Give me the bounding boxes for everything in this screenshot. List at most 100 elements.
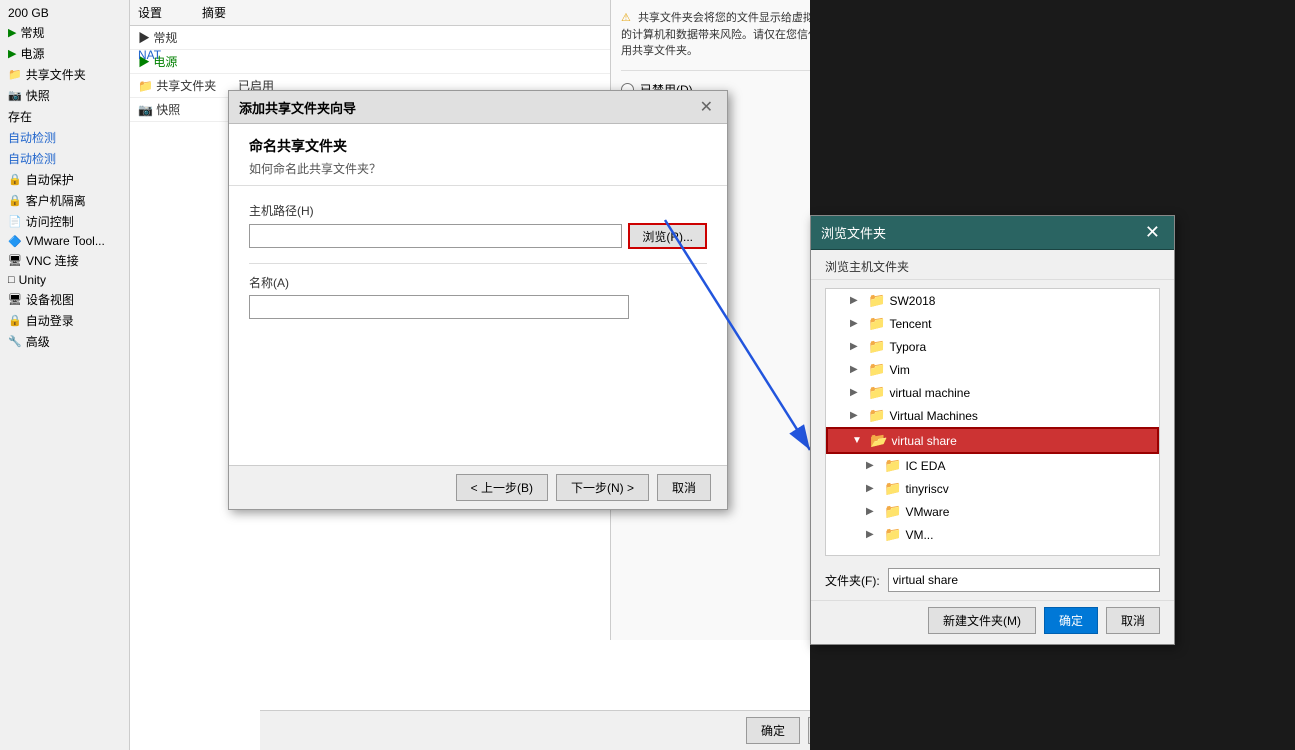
sidebar-label-vnc: VNC 连接	[26, 252, 79, 269]
wizard-title: 添加共享文件夹向导	[239, 98, 356, 117]
advanced-icon: 🔧	[8, 335, 22, 348]
back-button[interactable]: < 上一步(B)	[456, 474, 548, 501]
access-control-icon: 📄	[8, 215, 22, 228]
tree-label-virtual-share: virtual share	[891, 434, 956, 448]
device-view-icon: 🖥	[8, 293, 22, 306]
tree-item-ic-eda[interactable]: ▶ 📁 IC EDA	[826, 454, 1159, 477]
sidebar-item-power[interactable]: ▶ 电源	[0, 43, 129, 64]
confirm-button[interactable]: 确定	[746, 717, 800, 744]
sidebar-label-auto-protect: 自动保护	[26, 171, 74, 188]
sidebar-label-access-control: 访问控制	[26, 213, 74, 230]
tree-label-vmware: VMware	[905, 505, 949, 519]
browse-footer-buttons: 新建文件夹(M) 确定 取消	[811, 600, 1174, 644]
tree-item-vm-dots[interactable]: ▶ 📁 VM...	[826, 523, 1159, 546]
sidebar-item-shared-folder[interactable]: 📁 共享文件夹	[0, 64, 129, 85]
sidebar-label-autodetect1: 自动检测	[8, 129, 56, 146]
chevron-sw2018: ▶	[850, 295, 864, 306]
nat-text: NAT	[138, 48, 161, 62]
auto-login-icon: 🔒	[8, 314, 22, 327]
chevron-vm-dots: ▶	[866, 529, 880, 540]
tree-item-vim[interactable]: ▶ 📁 Vim	[826, 358, 1159, 381]
sidebar-item-vnc[interactable]: 🖥 VNC 连接	[0, 250, 129, 271]
folder-icon-sw2018: 📁	[868, 292, 885, 309]
guest-isolation-icon: 🔒	[8, 194, 22, 207]
folder-input[interactable]	[888, 568, 1160, 592]
wizard-titlebar: 添加共享文件夹向导 ✕	[229, 91, 727, 124]
tree-item-vmware[interactable]: ▶ 📁 VMware	[826, 500, 1159, 523]
browse-title: 浏览文件夹	[821, 223, 886, 242]
sidebar-item-auto-login[interactable]: 🔒 自动登录	[0, 310, 129, 331]
folder-icon-tencent: 📁	[868, 315, 885, 332]
sidebar-item-device-view[interactable]: 🖥 设备视图	[0, 289, 129, 310]
tree-item-virtual-machines[interactable]: ▶ 📁 Virtual Machines	[826, 404, 1159, 427]
sidebar-label-device-view: 设备视图	[26, 291, 74, 308]
chevron-virtual-share: ▼	[852, 435, 866, 446]
normal-icon: ▶	[8, 26, 16, 39]
sidebar-item-advanced[interactable]: 🔧 高级	[0, 331, 129, 352]
folder-icon-virtual-share: 📂	[870, 432, 887, 449]
sidebar-item-unity[interactable]: □ Unity	[0, 271, 129, 289]
browse-cancel-button[interactable]: 取消	[1106, 607, 1160, 634]
name-input[interactable]	[249, 295, 629, 319]
sidebar-label-unity: Unity	[19, 273, 46, 287]
warning-icon: ⚠	[621, 12, 631, 24]
sidebar-item-normal[interactable]: ▶ 常规	[0, 22, 129, 43]
new-folder-button[interactable]: 新建文件夹(M)	[928, 607, 1036, 634]
browse-subtitle: 浏览主机文件夹	[811, 250, 1174, 280]
chevron-virtual-machines: ▶	[850, 410, 864, 421]
tree-item-sw2018[interactable]: ▶ 📁 SW2018	[826, 289, 1159, 312]
tree-item-virtual-share[interactable]: ▼ 📂 virtual share	[826, 427, 1159, 454]
row-normal-label: ▶ 常规	[138, 29, 218, 46]
browse-folder-input-row: 文件夹(F):	[811, 564, 1174, 600]
folder-icon-virtual-machine: 📁	[868, 384, 885, 401]
wizard-footer: < 上一步(B) 下一步(N) > 取消	[229, 465, 727, 509]
browse-button[interactable]: 浏览(R)...	[628, 223, 707, 249]
tree-item-virtual-machine[interactable]: ▶ 📁 virtual machine	[826, 381, 1159, 404]
next-button[interactable]: 下一步(N) >	[556, 474, 649, 501]
tree-label-vm-dots: VM...	[905, 528, 933, 542]
sidebar-label-auto-login: 自动登录	[26, 312, 74, 329]
host-path-label: 主机路径(H)	[249, 202, 707, 219]
sidebar-item-snapshot[interactable]: 📷 快照	[0, 85, 129, 106]
wizard-body: 主机路径(H) 浏览(R)... 名称(A)	[229, 186, 727, 465]
browse-confirm-button[interactable]: 确定	[1044, 607, 1098, 634]
folder-icon-tinyriscv: 📁	[884, 480, 901, 497]
sidebar-item-auto-protect[interactable]: 🔒 自动保护	[0, 169, 129, 190]
chevron-typora: ▶	[850, 341, 864, 352]
sidebar-label-power: 电源	[20, 45, 44, 62]
tree-item-tinyriscv[interactable]: ▶ 📁 tinyriscv	[826, 477, 1159, 500]
tree-label-typora: Typora	[889, 340, 926, 354]
browse-close-button[interactable]: ✕	[1141, 222, 1164, 243]
sidebar-item-access-control[interactable]: 📄 访问控制	[0, 211, 129, 232]
shared-folder-icon: 📁	[8, 68, 22, 81]
sidebar-item-vmware-tools[interactable]: 🔷 VMware Tool...	[0, 232, 129, 250]
tree-label-virtual-machines: Virtual Machines	[889, 409, 978, 423]
name-label: 名称(A)	[249, 274, 707, 291]
browse-tree[interactable]: ▶ 📁 SW2018 ▶ 📁 Tencent ▶ 📁 Typora ▶ 📁 Vi…	[825, 288, 1160, 556]
row-snapshot-label: 📷 快照	[138, 101, 218, 118]
wizard-heading-section: 命名共享文件夹 如何命名此共享文件夹？	[229, 124, 727, 186]
tree-label-sw2018: SW2018	[889, 294, 935, 308]
wizard-heading: 命名共享文件夹	[249, 136, 707, 156]
wizard-close-button[interactable]: ✕	[696, 97, 717, 117]
host-path-group: 主机路径(H) 浏览(R)...	[249, 202, 707, 249]
sidebar-label-existence: 存在	[8, 108, 32, 125]
tree-item-tencent[interactable]: ▶ 📁 Tencent	[826, 312, 1159, 335]
tree-item-typora[interactable]: ▶ 📁 Typora	[826, 335, 1159, 358]
folder-icon-ic-eda: 📁	[884, 457, 901, 474]
wizard-cancel-button[interactable]: 取消	[657, 474, 711, 501]
sidebar-item-autodetect2[interactable]: 自动检测	[0, 148, 129, 169]
sidebar-item-autodetect1[interactable]: 自动检测	[0, 127, 129, 148]
sidebar-item-guest-isolation[interactable]: 🔒 客户机隔离	[0, 190, 129, 211]
sidebar-label-vmware-tools: VMware Tool...	[26, 234, 105, 248]
sidebar-label-normal: 常规	[20, 24, 44, 41]
tree-label-ic-eda: IC EDA	[905, 459, 945, 473]
sidebar-label-shared-folder: 共享文件夹	[26, 66, 86, 83]
chevron-tinyriscv: ▶	[866, 483, 880, 494]
sidebar-item-existence[interactable]: 存在	[0, 106, 129, 127]
col-summary: 摘要	[202, 4, 226, 21]
browse-titlebar: 浏览文件夹 ✕	[811, 216, 1174, 250]
chevron-virtual-machine: ▶	[850, 387, 864, 398]
host-path-input[interactable]	[249, 224, 622, 248]
wizard-subheading: 如何命名此共享文件夹？	[249, 160, 707, 177]
